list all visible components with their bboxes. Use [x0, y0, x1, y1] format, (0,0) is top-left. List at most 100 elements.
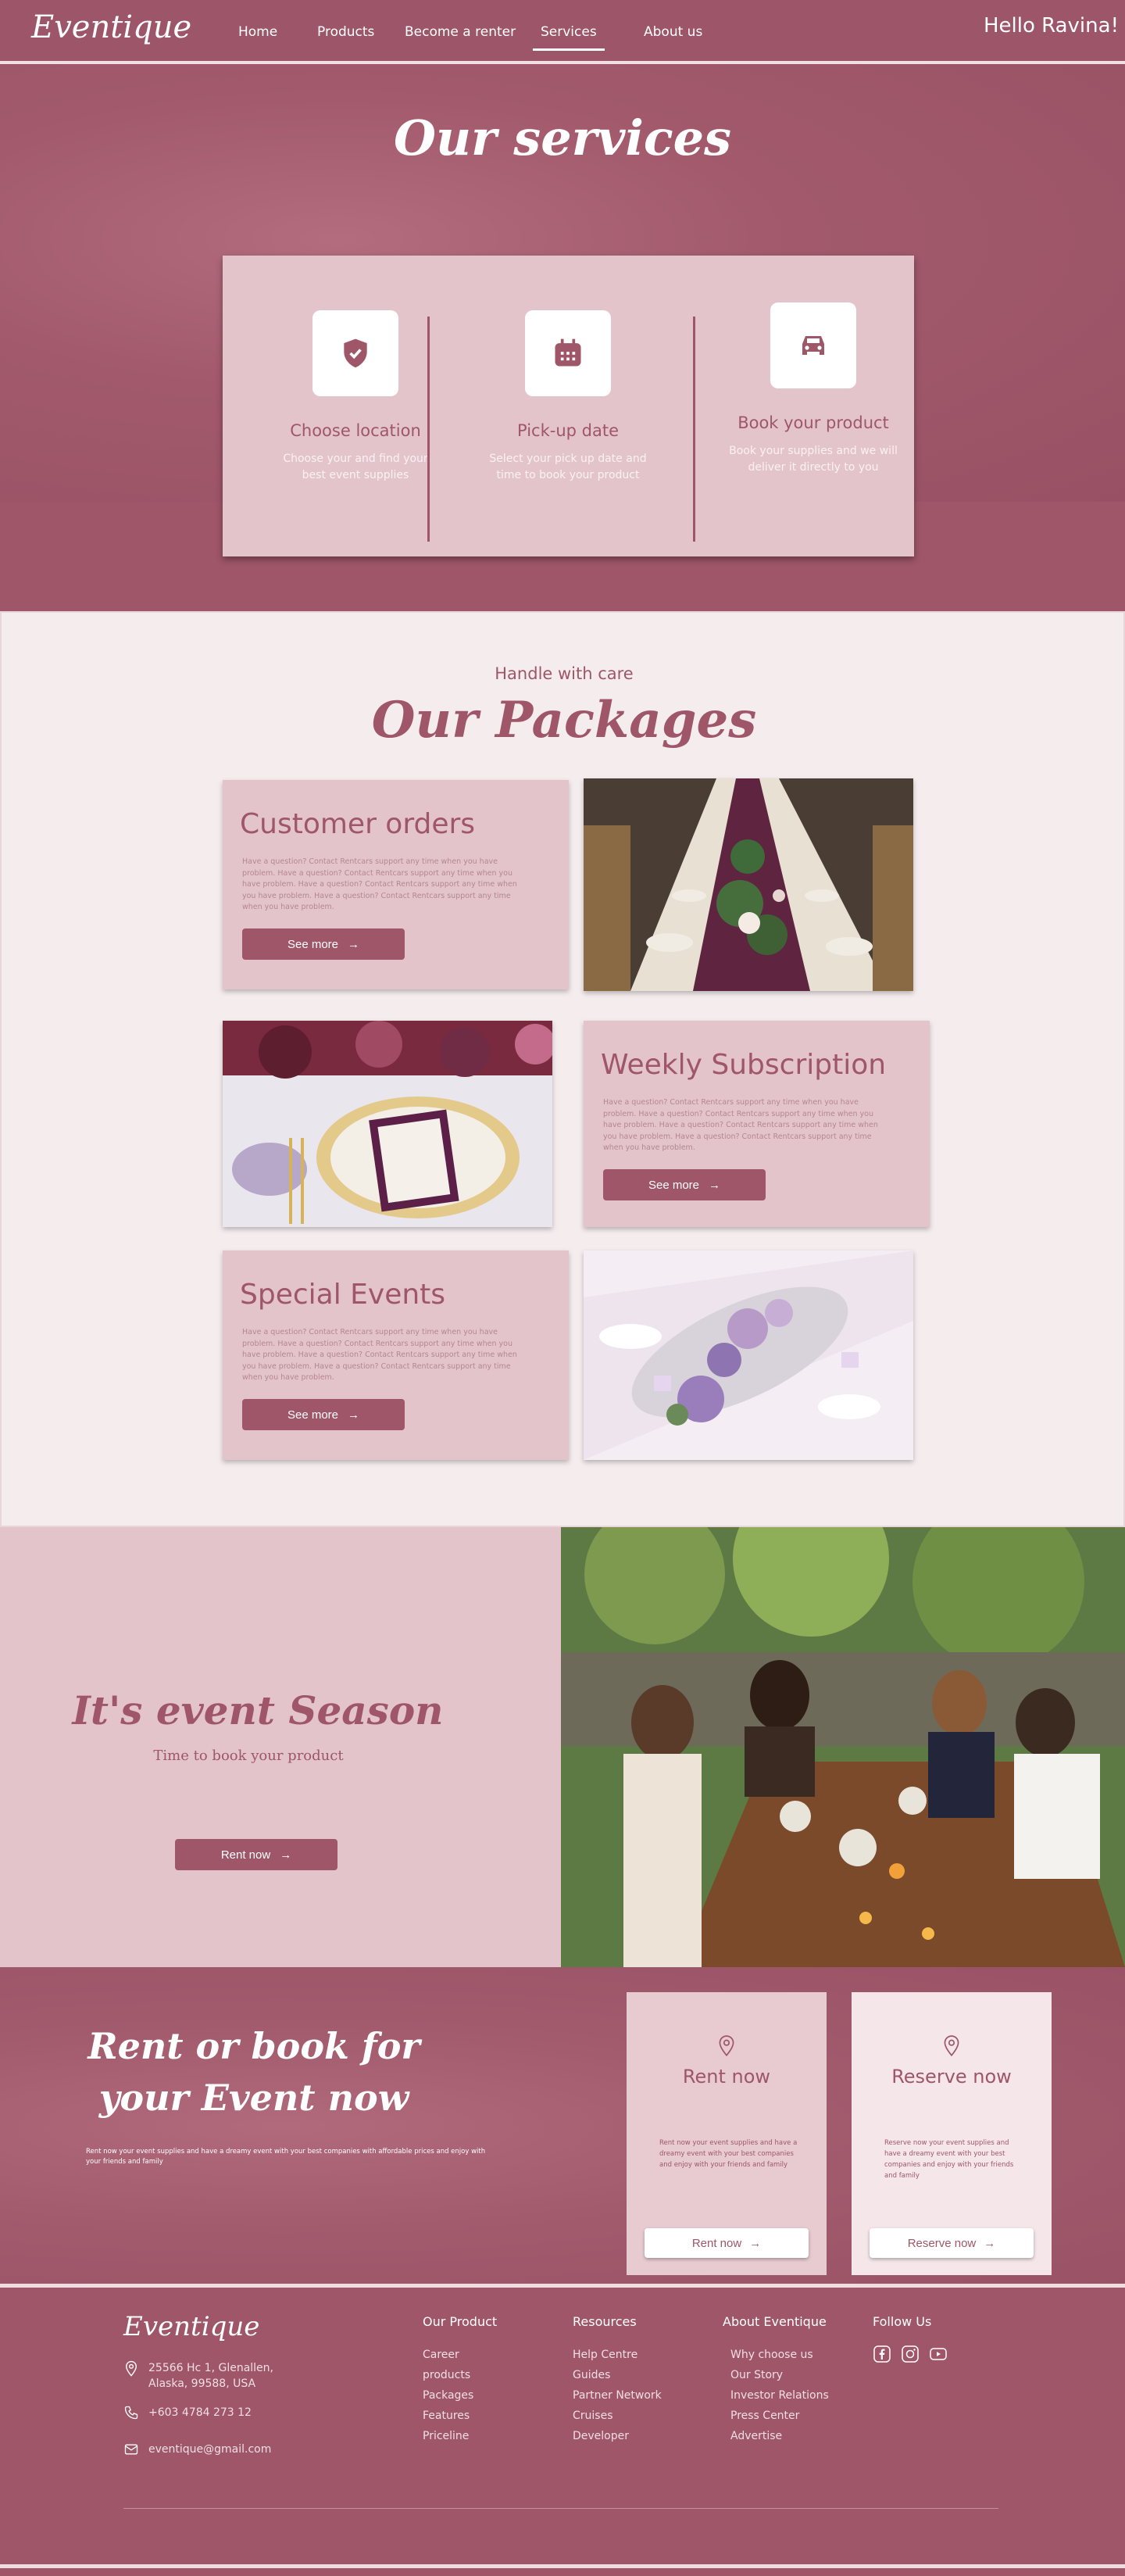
rent-card-text: Reserve now your event supplies and have… [884, 2139, 1014, 2180]
logo[interactable]: Eventique [31, 9, 191, 45]
season-title: It's event Season [72, 1687, 444, 1733]
package-card-special-events: Special Events Have a question? Contact … [223, 1250, 569, 1460]
rent-title: Rent or book for your Event now [88, 2025, 420, 2119]
button-label: Reserve now [907, 2236, 977, 2250]
arrow-right-icon: → [749, 2236, 762, 2250]
footer-link[interactable]: Partner Network [573, 2385, 662, 2406]
footer-email: eventique@gmail.com [123, 2442, 271, 2462]
footer-link[interactable]: Features [423, 2406, 497, 2426]
packages-title: Our Packages [371, 691, 757, 750]
service-text: Choose your and find your best event sup… [283, 453, 428, 481]
footer-link[interactable]: Priceline [423, 2426, 497, 2446]
top-nav: Eventique Home Products Become a renter … [0, 0, 1125, 63]
package-text: Have a question? Contact Rentcars suppor… [603, 1098, 878, 1152]
photo-long-table [584, 778, 913, 991]
nav-products[interactable]: Products [317, 24, 374, 40]
social-links [873, 2345, 948, 2367]
reserve-now-card-button[interactable]: Reserve now → [870, 2228, 1034, 2258]
address-text: 25566 Hc 1, Glenallen, Alaska, 99588, US… [148, 2362, 273, 2390]
see-more-button[interactable]: See more → [603, 1169, 766, 1200]
photo-friends-dinner [561, 1527, 1125, 1967]
footer-link[interactable]: Our Story [723, 2365, 829, 2385]
footer-col-about: About Eventique Why choose us Our Story … [723, 2314, 829, 2446]
location-pin-icon [123, 2360, 139, 2382]
nav-services[interactable]: Services [533, 24, 605, 51]
youtube-icon[interactable] [929, 2345, 948, 2367]
footer-col-resources: Resources Help Centre Guides Partner Net… [573, 2314, 662, 2446]
footer-address: 25566 Hc 1, Glenallen, Alaska, 99588, US… [123, 2360, 273, 2392]
service-title: Book your product [738, 413, 889, 432]
footer-link[interactable]: Investor Relations [723, 2385, 829, 2406]
nav-home[interactable]: Home [238, 24, 277, 40]
phone-icon [123, 2405, 139, 2425]
footer-link[interactable]: products [423, 2365, 497, 2385]
package-title: Weekly Subscription [601, 1049, 887, 1081]
package-card-weekly-subscription: Weekly Subscription Have a question? Con… [584, 1021, 930, 1227]
car-icon [770, 302, 856, 388]
footer-link[interactable]: Packages [423, 2385, 497, 2406]
footer-rule [123, 2508, 998, 2509]
phone-text[interactable]: +603 4784 273 12 [148, 2405, 252, 2420]
rent-card-title: Reserve now [891, 2066, 1012, 2088]
footer-col-title: Resources [573, 2314, 637, 2329]
rent-text: Rent now your event supplies and have a … [86, 2148, 486, 2166]
rent-card-text: Rent now your event supplies and have a … [659, 2139, 798, 2169]
button-label: See more [287, 937, 339, 951]
instagram-icon[interactable] [901, 2345, 920, 2367]
footer-link[interactable]: Help Centre [573, 2345, 662, 2365]
mail-icon [123, 2442, 139, 2462]
arrow-right-icon: → [348, 1408, 360, 1422]
arrow-right-icon: → [280, 1848, 292, 1862]
facebook-icon[interactable] [873, 2345, 891, 2367]
nav-about-us[interactable]: About us [644, 24, 702, 40]
rent-now-button[interactable]: Rent now → [175, 1839, 338, 1870]
footer-phone: +603 4784 273 12 [123, 2405, 252, 2425]
button-label: See more [648, 1178, 700, 1192]
location-pin-icon [852, 2034, 1052, 2058]
service-book-product: Book your product Book your supplies and… [704, 302, 923, 476]
see-more-button[interactable]: See more → [242, 1399, 405, 1430]
see-more-button[interactable]: See more → [242, 928, 405, 960]
footer-link[interactable]: Press Center [723, 2406, 829, 2426]
footer-link[interactable]: Developer [573, 2426, 662, 2446]
footer: Eventique 25566 Hc 1, Glenallen, Alaska,… [0, 2288, 1125, 2576]
email-text[interactable]: eventique@gmail.com [148, 2442, 271, 2457]
services-card: Choose location Choose your and find you… [223, 256, 914, 556]
footer-link[interactable]: Advertise [723, 2426, 829, 2446]
footer-link[interactable]: Career [423, 2345, 497, 2365]
services-section: Our services Choose location Choose your… [0, 64, 1125, 611]
nav-become-renter[interactable]: Become a renter [405, 24, 516, 40]
arrow-right-icon: → [984, 2236, 996, 2250]
button-label: See more [287, 1408, 339, 1422]
photo-floral-table [584, 1250, 913, 1460]
location-pin-icon [627, 2034, 827, 2058]
footer-col-title: Our Product [423, 2314, 498, 2329]
rent-now-card: Rent now Rent now your event supplies an… [627, 1992, 827, 2275]
photo-plate-setting [223, 1021, 552, 1227]
shield-check-icon [312, 310, 398, 396]
arrow-right-icon: → [709, 1178, 721, 1192]
packages-section: Handle with care Our Packages Customer o… [0, 611, 1125, 1527]
service-text: Book your supplies and we will deliver i… [729, 445, 898, 474]
footer-link[interactable]: Why choose us [723, 2345, 829, 2365]
rent-section: Rent or book for your Event now Rent now… [0, 1967, 1125, 2286]
service-title: Pick-up date [517, 421, 619, 440]
rent-now-card-button[interactable]: Rent now → [645, 2228, 809, 2258]
footer-col-title: About Eventique [723, 2314, 827, 2329]
service-divider [693, 317, 695, 542]
season-subtitle: Time to book your product [153, 1748, 344, 1764]
rent-card-title: Rent now [682, 2066, 771, 2088]
footer-link[interactable]: Cruises [573, 2406, 662, 2426]
package-title: Customer orders [240, 808, 476, 840]
footer-link[interactable]: Guides [573, 2365, 662, 2385]
user-greeting[interactable]: Hello Ravina! [984, 14, 1119, 38]
packages-subtitle: Handle with care [495, 664, 634, 683]
calendar-icon [525, 310, 611, 396]
footer-logo[interactable]: Eventique [123, 2311, 259, 2342]
package-title: Special Events [240, 1279, 446, 1311]
package-text: Have a question? Contact Rentcars suppor… [242, 1328, 517, 1382]
service-title: Choose location [290, 421, 421, 440]
services-title: Our services [393, 109, 732, 166]
package-card-customer-orders: Customer orders Have a question? Contact… [223, 780, 569, 989]
footer-col-product: Our Product Career products Packages Fea… [423, 2314, 497, 2446]
